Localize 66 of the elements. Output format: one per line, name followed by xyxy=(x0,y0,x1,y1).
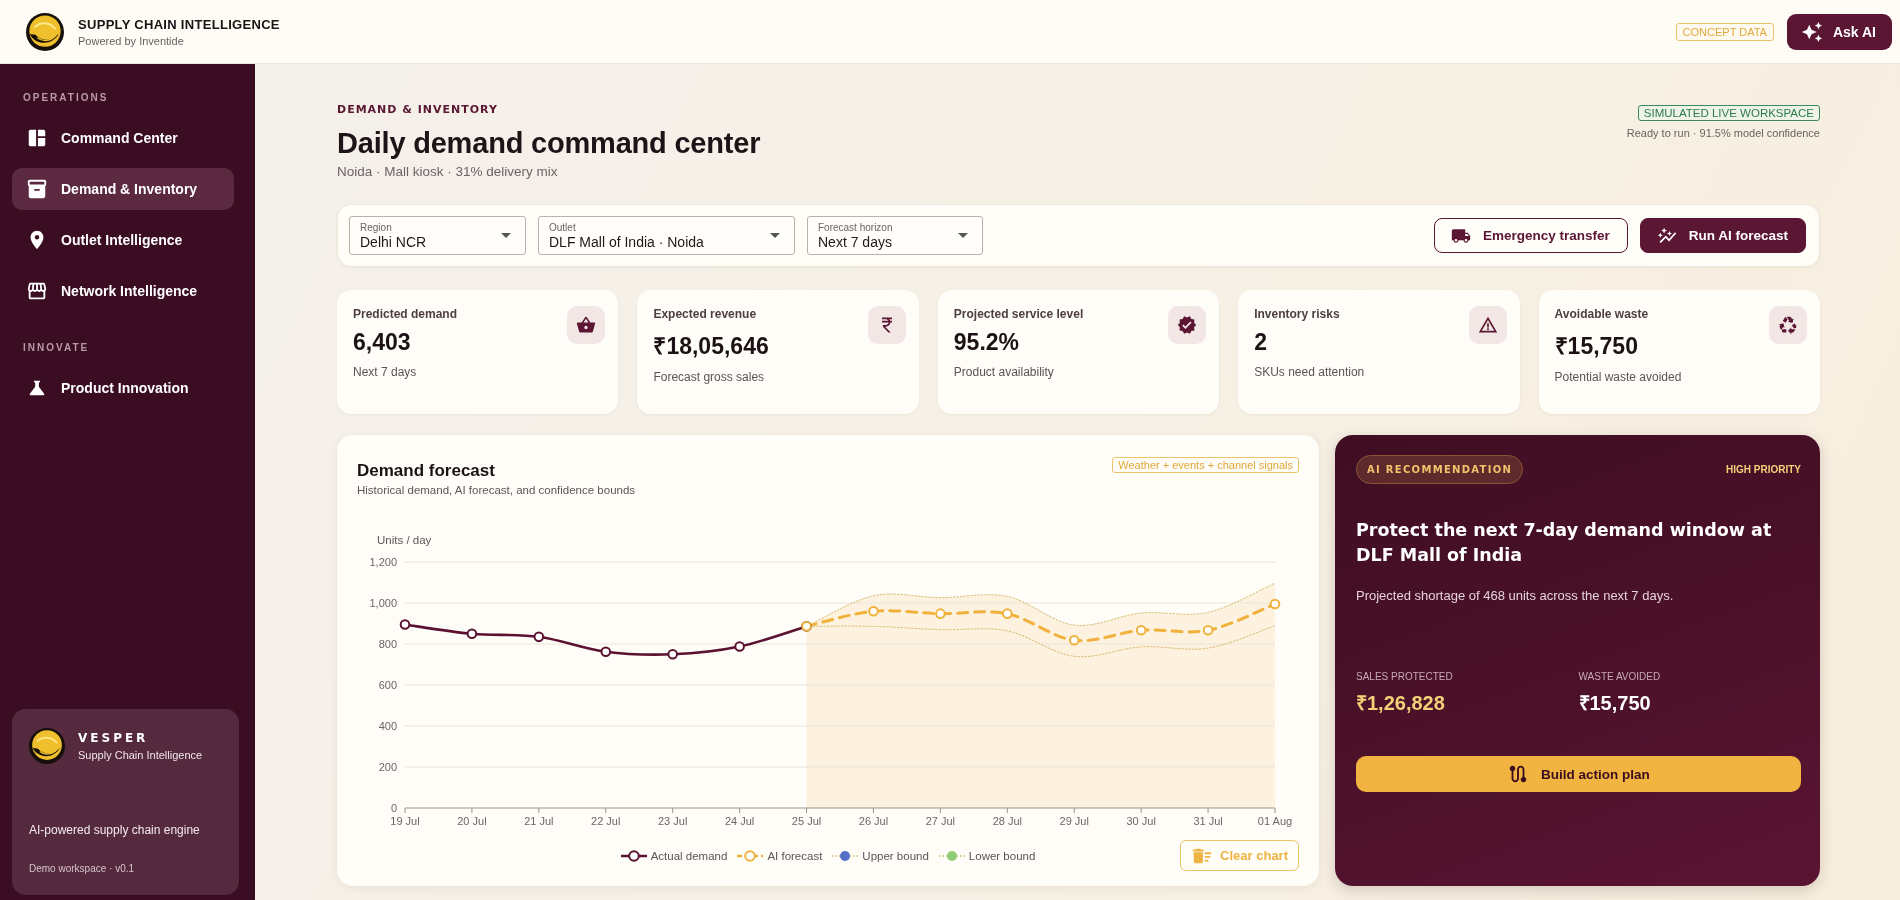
section-eyebrow: DEMAND & INVENTORY xyxy=(337,103,499,116)
kpi-value: 2 xyxy=(1254,329,1268,356)
x-tick-label: 31 Jul xyxy=(1193,815,1223,827)
y-tick-label: 1,000 xyxy=(369,597,397,609)
x-tick-label: 01 Aug xyxy=(1257,815,1293,827)
signals-badge: Weather + events + channel signals xyxy=(1112,457,1299,473)
stat-value: ₹15,750 xyxy=(1578,691,1652,716)
x-tick-label: 30 Jul xyxy=(1126,815,1156,827)
kpi-label: Avoidable waste xyxy=(1554,307,1650,321)
recommendation-badge: AI RECOMMENDATION xyxy=(1356,455,1524,484)
kpi-label: Expected revenue xyxy=(653,307,758,321)
stat-label: WASTE AVOIDED xyxy=(1578,671,1662,682)
x-tick-label: 23 Jul xyxy=(658,815,688,827)
kpi-note: Forecast gross sales xyxy=(653,370,766,384)
x-tick-label: 24 Jul xyxy=(724,815,755,827)
priority-label: HIGH PRIORITY xyxy=(1726,464,1801,475)
chart-title: Demand forecast xyxy=(357,460,496,481)
kpi-note: Product availability xyxy=(953,365,1055,379)
y-tick-label: 200 xyxy=(378,761,397,773)
kpi-value: 95.2% xyxy=(953,329,1020,356)
legend-label: AI forecast xyxy=(767,849,823,862)
page-title: Daily demand command center xyxy=(337,126,761,161)
recommendation-text: Projected shortage of 468 units across the next 7 days. xyxy=(1356,588,1675,603)
legend-label: Upper bound xyxy=(862,849,929,862)
brand-tagline: Supply Chain Intelligence xyxy=(78,749,203,761)
kpi-value: ₹18,05,646 xyxy=(653,332,769,361)
kpi-label: Projected service level xyxy=(953,307,1084,321)
kpi-label: Inventory risks xyxy=(1254,307,1341,321)
x-tick-label: 20 Jul xyxy=(457,815,487,827)
x-tick-label: 29 Jul xyxy=(1059,815,1089,827)
x-tick-label: 19 Jul xyxy=(390,815,420,827)
concept-data-badge: CONCEPT DATA xyxy=(1675,22,1774,41)
chart-subtitle: Historical demand, AI forecast, and confidence bounds xyxy=(357,484,636,496)
x-tick-label: 28 Jul xyxy=(992,815,1022,827)
kpi-value: 6,403 xyxy=(353,329,412,356)
legend-label: Lower bound xyxy=(968,849,1036,862)
x-tick-label: 26 Jul xyxy=(858,815,889,827)
kpi-note: Potential waste avoided xyxy=(1554,370,1682,384)
live-workspace-badge: SIMULATED LIVE WORKSPACE xyxy=(1637,105,1820,121)
stat-value: ₹1,26,828 xyxy=(1356,691,1446,716)
recommendation-title: Protect the next 7-day demand window at DLF Mall of India xyxy=(1356,519,1773,567)
stat-label: SALES PROTECTED xyxy=(1356,671,1454,682)
brand-name: VESPER xyxy=(78,731,150,745)
legend-label: Actual demand xyxy=(650,849,728,862)
section-heading: INNOVATE xyxy=(22,342,91,353)
x-tick-label: 25 Jul xyxy=(791,815,822,827)
x-tick-label: 27 Jul xyxy=(925,815,956,827)
y-tick-label: 600 xyxy=(378,679,397,691)
model-status: Ready to run · 91.5% model confidence xyxy=(1626,127,1820,139)
y-tick-label: 1,200 xyxy=(369,556,397,568)
brand-description: AI-powered supply chain engine xyxy=(29,823,201,837)
y-tick-label: 400 xyxy=(378,720,397,732)
workspace-version: Demo workspace · v0.1 xyxy=(29,863,136,874)
x-tick-label: 21 Jul xyxy=(524,815,554,827)
kpi-note: SKUs need attention xyxy=(1254,365,1365,379)
app-title: SUPPLY CHAIN INTELLIGENCE xyxy=(78,16,280,32)
y-tick-label: 0 xyxy=(390,802,397,814)
y-tick-label: 800 xyxy=(378,638,397,650)
x-tick-label: 22 Jul xyxy=(591,815,621,827)
axis-title: Units / day xyxy=(377,534,432,546)
kpi-note: Next 7 days xyxy=(353,365,418,379)
kpi-label: Predicted demand xyxy=(353,307,458,321)
page-subtitle: Noida · Mall kiosk · 31% delivery mix xyxy=(337,164,559,179)
kpi-value: ₹15,750 xyxy=(1554,332,1639,361)
section-heading: OPERATIONS xyxy=(22,92,110,103)
app-subtitle: Powered by Inventide xyxy=(78,34,185,47)
